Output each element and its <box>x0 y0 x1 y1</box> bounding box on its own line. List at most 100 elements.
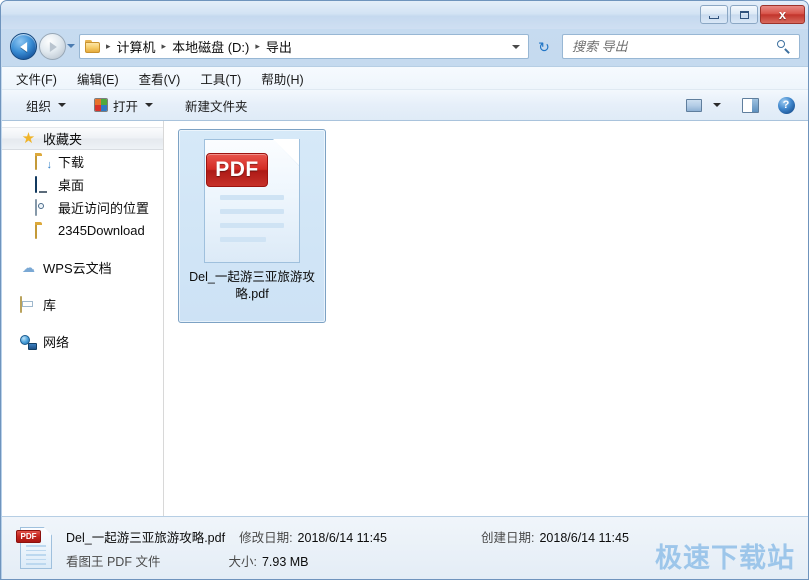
open-label: 打开 <box>113 99 139 114</box>
sidebar-item-network[interactable]: 网络 <box>2 330 163 353</box>
details-file-type: 看图王 PDF 文件 <box>66 554 161 569</box>
details-created-field: 创建日期: 2018/6/14 11:45 <box>481 527 629 546</box>
sidebar-item-recent-places[interactable]: 最近访问的位置 <box>2 196 163 219</box>
library-icon <box>20 295 37 313</box>
sidebar-item-downloads[interactable]: ↓ 下载 <box>2 150 163 173</box>
details-size-label: 大小: <box>228 554 257 569</box>
details-modified-field: 修改日期: 2018/6/14 11:45 <box>239 527 387 546</box>
maximize-button[interactable] <box>730 5 758 24</box>
organize-button[interactable]: 组织 <box>18 94 74 116</box>
pdf-badge: PDF <box>206 153 268 187</box>
chevron-down-icon <box>145 103 154 107</box>
sidebar-item-label: WPS云文档 <box>43 261 112 276</box>
chevron-down-icon <box>713 103 721 107</box>
preview-pane-button[interactable] <box>737 94 763 116</box>
search-input[interactable] <box>570 38 775 55</box>
file-list-pane[interactable]: PDF Del_一起游三亚旅游攻略.pdf <box>164 121 808 516</box>
breadcrumb-item-drive[interactable]: 本地磁盘 (D:) <box>169 36 252 57</box>
navigation-row: ▸ 计算机 ▸ 本地磁盘 (D:) ▸ 导出 ↻ <box>1 29 808 66</box>
breadcrumb-item-folder[interactable]: 导出 <box>263 36 295 57</box>
change-view-dropdown[interactable] <box>709 94 725 116</box>
details-row-secondary: 看图王 PDF 文件 大小: 7.93 MB <box>66 551 629 570</box>
preview-pane-icon <box>741 97 759 113</box>
breadcrumb-item-computer[interactable]: 计算机 <box>114 36 159 57</box>
sidebar-item-2345download[interactable]: 2345Download <box>2 219 163 242</box>
toolbar: 组织 打开 新建文件夹 ? <box>2 90 808 121</box>
sidebar-item-wps-cloud[interactable]: ☁ WPS云文档 <box>2 256 163 279</box>
new-folder-label: 新建文件夹 <box>185 99 248 114</box>
menu-item-edit[interactable]: 编辑(E) <box>77 67 129 90</box>
menu-item-help[interactable]: 帮助(H) <box>261 67 313 90</box>
details-created-label: 创建日期: <box>480 530 535 545</box>
download-folder-icon: ↓ <box>35 152 52 170</box>
document-lines <box>220 195 284 251</box>
content-area: ★ 收藏夹 ↓ 下载 桌面 最近访问的位置 2345Download ☁ WPS… <box>2 121 808 516</box>
details-file-name: Del_一起游三亚旅游攻略.pdf <box>66 530 226 545</box>
pdf-app-icon <box>94 98 109 112</box>
network-icon <box>20 334 37 350</box>
close-button[interactable]: x <box>760 5 805 24</box>
recent-places-icon <box>35 198 52 216</box>
sidebar-item-label: 2345Download <box>58 223 145 238</box>
search-box[interactable] <box>562 34 800 59</box>
list-item[interactable]: PDF Del_一起游三亚旅游攻略.pdf <box>178 129 326 323</box>
toolbar-right-group: ? <box>681 94 808 116</box>
sidebar-item-favorites[interactable]: ★ 收藏夹 <box>2 127 163 150</box>
sidebar-item-desktop[interactable]: 桌面 <box>2 173 163 196</box>
site-watermark: 极速下载站 <box>655 543 795 574</box>
details-file-icon: PDF <box>16 525 54 571</box>
folder-icon <box>85 40 101 53</box>
cloud-icon: ☁ <box>22 259 35 275</box>
sidebar-item-label: 网络 <box>43 335 70 350</box>
change-view-button[interactable] <box>681 94 707 116</box>
address-bar[interactable]: ▸ 计算机 ▸ 本地磁盘 (D:) ▸ 导出 <box>79 34 529 59</box>
help-icon: ? <box>777 96 795 114</box>
details-modified-value: 2018/6/14 11:45 <box>297 530 387 545</box>
star-icon: ★ <box>21 129 36 147</box>
arrow-right-icon <box>49 41 57 52</box>
sidebar-item-label: 桌面 <box>58 178 85 193</box>
minimize-icon <box>709 15 719 19</box>
sidebar-item-label: 下载 <box>58 155 85 170</box>
folder-icon <box>35 221 52 239</box>
minimize-button[interactable] <box>700 5 728 24</box>
menu-item-view[interactable]: 查看(V) <box>139 67 191 90</box>
details-created-value: 2018/6/14 11:45 <box>539 530 629 545</box>
menu-item-file[interactable]: 文件(F) <box>16 67 67 90</box>
window-controls: x <box>700 5 805 24</box>
chevron-down-icon[interactable] <box>512 44 520 49</box>
menu-bar: 文件(F) 编辑(E) 查看(V) 工具(T) 帮助(H) <box>2 66 808 90</box>
forward-button[interactable] <box>39 33 66 60</box>
organize-label: 组织 <box>26 99 52 114</box>
new-folder-button[interactable]: 新建文件夹 <box>177 94 256 116</box>
navigation-pane[interactable]: ★ 收藏夹 ↓ 下载 桌面 最近访问的位置 2345Download ☁ WPS… <box>2 121 164 516</box>
details-size-value: 7.93 MB <box>261 554 309 569</box>
details-text: Del_一起游三亚旅游攻略.pdf 修改日期: 2018/6/14 11:45 … <box>66 527 629 570</box>
details-row-primary: Del_一起游三亚旅游攻略.pdf 修改日期: 2018/6/14 11:45 … <box>66 527 629 546</box>
document-lines <box>26 545 46 568</box>
help-button[interactable]: ? <box>773 94 799 116</box>
back-button[interactable] <box>10 33 37 60</box>
desktop-icon <box>35 175 52 193</box>
breadcrumb-separator: ▸ <box>161 41 167 51</box>
explorer-window: x ▸ 计算机 ▸ 本地磁盘 (D:) ▸ 导出 ↻ 搜索 导出 文件(F) 编… <box>0 0 809 580</box>
breadcrumb-separator: ▸ <box>106 41 111 51</box>
open-button[interactable]: 打开 <box>86 94 161 116</box>
sidebar-item-label: 库 <box>43 298 57 313</box>
details-modified-label: 修改日期: <box>239 530 293 545</box>
title-bar: x <box>1 1 808 29</box>
maximize-icon <box>739 10 749 19</box>
menu-item-tools[interactable]: 工具(T) <box>200 67 251 90</box>
sidebar-item-libraries[interactable]: 库 <box>2 293 163 316</box>
details-pane: PDF Del_一起游三亚旅游攻略.pdf 修改日期: 2018/6/14 11… <box>2 516 808 579</box>
refresh-button[interactable]: ↻ <box>535 38 553 56</box>
search-icon <box>775 38 793 56</box>
refresh-icon: ↻ <box>538 39 550 55</box>
sidebar-item-label: 最近访问的位置 <box>58 201 150 216</box>
close-icon: x <box>778 7 787 22</box>
sidebar-item-label: 收藏夹 <box>43 132 83 147</box>
history-dropdown-icon[interactable] <box>67 44 75 48</box>
